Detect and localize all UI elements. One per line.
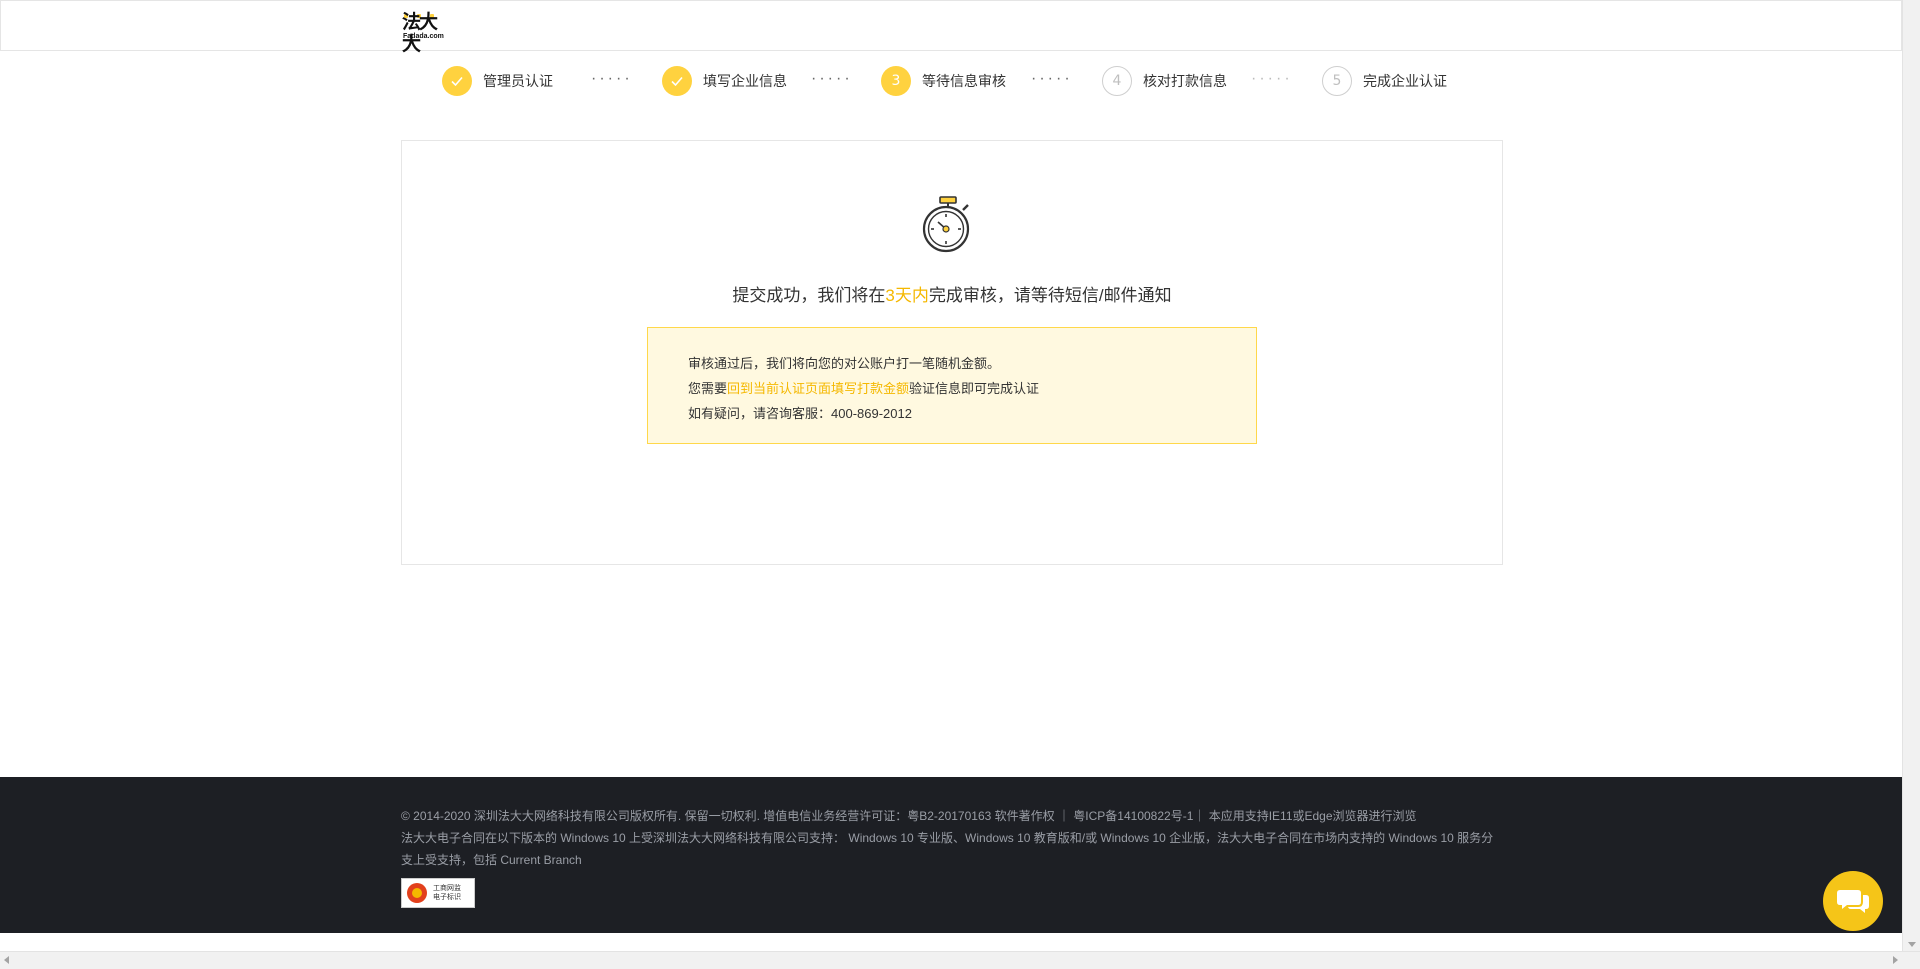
step-number: 3 [881,66,911,96]
step-label: 等待信息审核 [922,73,1006,89]
step-number: 4 [1102,66,1132,96]
page-footer: © 2014-2020 深圳法大大网络科技有限公司版权所有. 保留一切权利. 增… [0,777,1902,933]
seal-icon [407,883,427,903]
step-label: 管理员认证 [483,73,553,89]
progress-steps: 管理员认证 ····· 填写企业信息 ····· 3 等待信息审核 ····· … [0,62,1920,100]
step-separator: ····· [591,70,633,87]
check-icon [662,66,692,96]
step-check-payment: 4 核对打款信息 [1102,62,1227,100]
footer-text: © 2014-2020 深圳法大大网络科技有限公司版权所有. 保留一切权利. 增… [401,805,1503,871]
logo-domain: Fadada.com [403,33,444,40]
step-label: 填写企业信息 [703,73,787,89]
review-status-card: 提交成功，我们将在3天内完成审核，请等待短信/邮件通知 审核通过后，我们将向您的… [401,140,1503,565]
step-label: 核对打款信息 [1143,73,1227,89]
chat-bubble-icon [1837,890,1869,913]
customer-service-line: 如有疑问，请咨询客服：400-869-2012 [688,406,912,421]
logo-text: 法大大 [402,11,438,55]
review-duration: 3天内 [885,286,929,305]
step-number: 5 [1322,66,1352,96]
stopwatch-icon [921,195,975,253]
scroll-right-arrow-icon[interactable] [1893,956,1898,964]
step-separator: ····· [811,70,853,87]
step-company-info: 填写企业信息 [662,62,787,100]
step-separator: ····· [1251,70,1293,87]
notice-line: 审核通过后，我们将向您的对公账户打一笔随机金额。 [688,356,1001,371]
top-header: 法大大 Fadada.com [0,0,1902,55]
fadada-logo[interactable]: 法大大 Fadada.com [402,11,446,55]
business-license-badge[interactable]: 工商网监 电子标识 [401,878,475,908]
chat-button[interactable] [1823,871,1883,931]
notice-line: 您需要回到当前认证页面填写打款金额验证信息即可完成认证 [688,381,1040,396]
check-icon [442,66,472,96]
step-wait-review: 3 等待信息审核 [881,62,1006,100]
notice-box: 审核通过后，我们将向您的对公账户打一笔随机金额。 您需要回到当前认证页面填写打款… [647,327,1257,444]
copyright-line: © 2014-2020 深圳法大大网络科技有限公司版权所有. 保留一切权利. 增… [401,809,1417,823]
horizontal-scrollbar[interactable] [0,951,1920,969]
scroll-left-arrow-icon[interactable] [4,956,9,964]
step-admin-verify: 管理员认证 [442,62,553,100]
step-separator: ····· [1031,70,1073,87]
submit-success-message: 提交成功，我们将在3天内完成审核，请等待短信/邮件通知 [732,286,1172,305]
windows-support-line: 法大大电子合同在以下版本的 Windows 10 上受深圳法大大网络科技有限公司… [401,831,1494,867]
step-label: 完成企业认证 [1363,73,1447,89]
return-fill-amount-hint: 回到当前认证页面填写打款金额 [727,381,910,396]
step-complete: 5 完成企业认证 [1322,62,1447,100]
scroll-down-arrow-icon[interactable] [1908,942,1916,947]
vertical-scrollbar[interactable] [1902,0,1920,951]
